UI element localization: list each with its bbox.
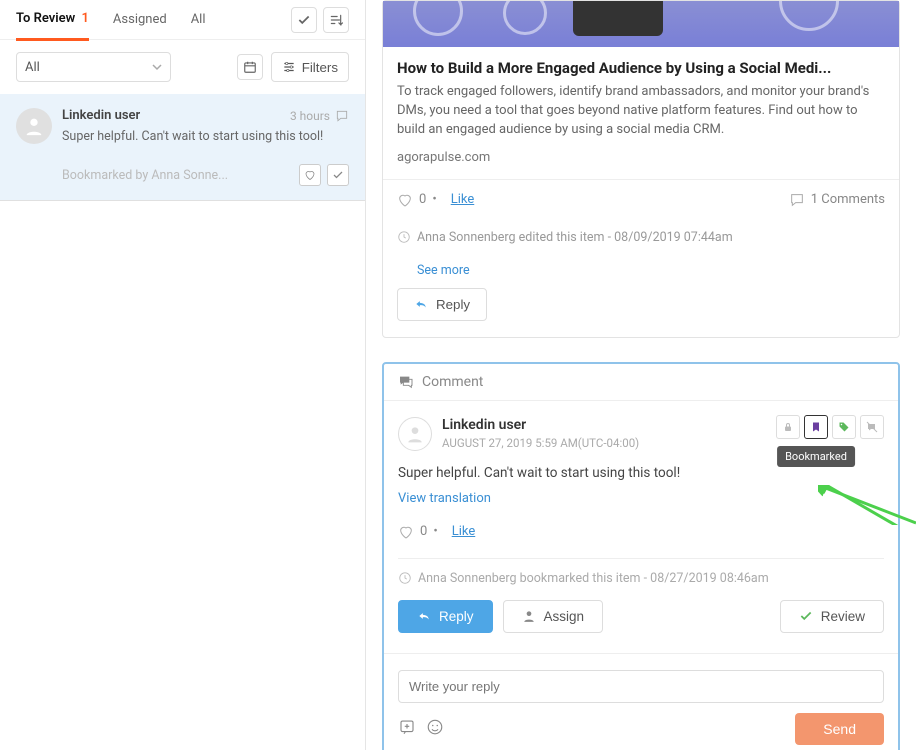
sort-button[interactable] <box>323 7 349 33</box>
check-all-button[interactable] <box>291 7 317 33</box>
sort-icon <box>329 13 343 27</box>
right-panel: How to Build a More Engaged Audience by … <box>366 0 916 750</box>
comments-icon <box>398 374 414 390</box>
post-reply-button[interactable]: Reply <box>397 288 487 321</box>
reply-compose-area: Send <box>384 653 898 750</box>
filters-button[interactable]: Filters <box>271 52 349 82</box>
check-icon <box>297 13 311 27</box>
assign-button[interactable]: Assign <box>503 600 604 633</box>
comment-timestamp: AUGUST 27, 2019 5:59 AM(UTC-04:00) <box>442 436 639 450</box>
emoji-icon <box>426 718 444 736</box>
chevron-down-icon <box>152 62 162 72</box>
post-like-link[interactable]: Like <box>451 192 475 207</box>
comment-icon <box>335 109 349 123</box>
post-card: How to Build a More Engaged Audience by … <box>382 0 900 338</box>
comment-text: Super helpful. Can't wait to start using… <box>398 465 884 481</box>
comment-tools: Bookmarked <box>776 415 884 439</box>
attachment-icon <box>398 718 416 736</box>
like-button[interactable] <box>299 164 321 186</box>
reply-input[interactable] <box>398 670 884 703</box>
hide-icon <box>866 421 878 433</box>
avatar <box>16 108 52 144</box>
tag-icon <box>838 421 850 433</box>
bookmark-button[interactable]: Bookmarked <box>804 415 828 439</box>
post-description: To track engaged followers, identify bra… <box>397 83 885 140</box>
left-panel: To Review 1 Assigned All All Filters <box>0 0 366 750</box>
filter-dropdown[interactable]: All <box>16 52 171 82</box>
item-text: Super helpful. Can't wait to start using… <box>62 129 349 144</box>
user-icon <box>522 609 536 623</box>
user-icon <box>405 424 425 444</box>
lock-icon <box>782 421 794 433</box>
tab-actions <box>291 7 349 33</box>
see-more-link[interactable]: See more <box>403 259 899 278</box>
calendar-icon <box>243 60 257 74</box>
item-time: 3 hours <box>290 109 349 123</box>
send-button[interactable]: Send <box>795 713 884 745</box>
comment-avatar <box>398 417 432 451</box>
heart-icon <box>397 192 413 208</box>
review-button[interactable]: Review <box>780 600 884 633</box>
comment-icon <box>789 192 805 208</box>
comment-author: Linkedin user <box>442 417 639 433</box>
tab-to-review-label: To Review <box>16 11 75 26</box>
emoji-button[interactable] <box>426 718 444 740</box>
calendar-button[interactable] <box>237 54 263 80</box>
heart-icon <box>304 169 316 181</box>
tab-assigned[interactable]: Assigned <box>113 0 167 39</box>
tabs-bar: To Review 1 Assigned All <box>0 0 365 40</box>
reply-arrow-icon <box>417 609 431 623</box>
comment-like-link[interactable]: Like <box>452 524 476 539</box>
clock-icon <box>398 571 412 585</box>
post-comments-link[interactable]: 1 Comments <box>789 192 885 208</box>
post-hero-image <box>383 1 899 47</box>
filter-dropdown-value: All <box>25 60 40 75</box>
comment-like-count: 0 <box>420 524 427 539</box>
post-domain: agorapulse.com <box>397 150 885 165</box>
check-icon <box>799 609 813 623</box>
tab-all[interactable]: All <box>191 0 206 39</box>
user-icon <box>23 115 45 137</box>
tab-to-review[interactable]: To Review 1 <box>16 0 89 41</box>
hide-button[interactable] <box>860 415 884 439</box>
inbox-item[interactable]: Linkedin user 3 hours Super helpful. Can… <box>0 94 365 201</box>
comment-card: Comment Linkedin user AUGUST 27, 2019 5:… <box>382 362 900 750</box>
sliders-icon <box>282 60 296 74</box>
bookmark-tooltip: Bookmarked <box>777 446 855 467</box>
item-bookmark-label: Bookmarked by Anna Sonne... <box>62 168 228 183</box>
check-icon <box>332 169 344 181</box>
reply-arrow-icon <box>414 297 428 311</box>
heart-icon <box>398 524 414 540</box>
post-like-count: 0 <box>419 192 426 207</box>
add-attachment-button[interactable] <box>398 718 416 740</box>
item-author: Linkedin user <box>62 108 140 123</box>
comment-section-header: Comment <box>384 364 898 401</box>
tab-to-review-count: 1 <box>81 11 88 26</box>
tag-button[interactable] <box>832 415 856 439</box>
post-history: Anna Sonnenberg edited this item - 08/09… <box>383 220 899 259</box>
comment-history: Anna Sonnenberg bookmarked this item - 0… <box>398 558 884 586</box>
filters-label: Filters <box>302 60 338 75</box>
post-title: How to Build a More Engaged Audience by … <box>397 59 885 77</box>
filter-row: All Filters <box>0 40 365 94</box>
clock-icon <box>397 230 411 244</box>
view-translation-link[interactable]: View translation <box>398 491 884 506</box>
comment-reply-button[interactable]: Reply <box>398 600 493 633</box>
bookmark-icon <box>810 420 822 434</box>
check-button[interactable] <box>327 164 349 186</box>
lock-button[interactable] <box>776 415 800 439</box>
